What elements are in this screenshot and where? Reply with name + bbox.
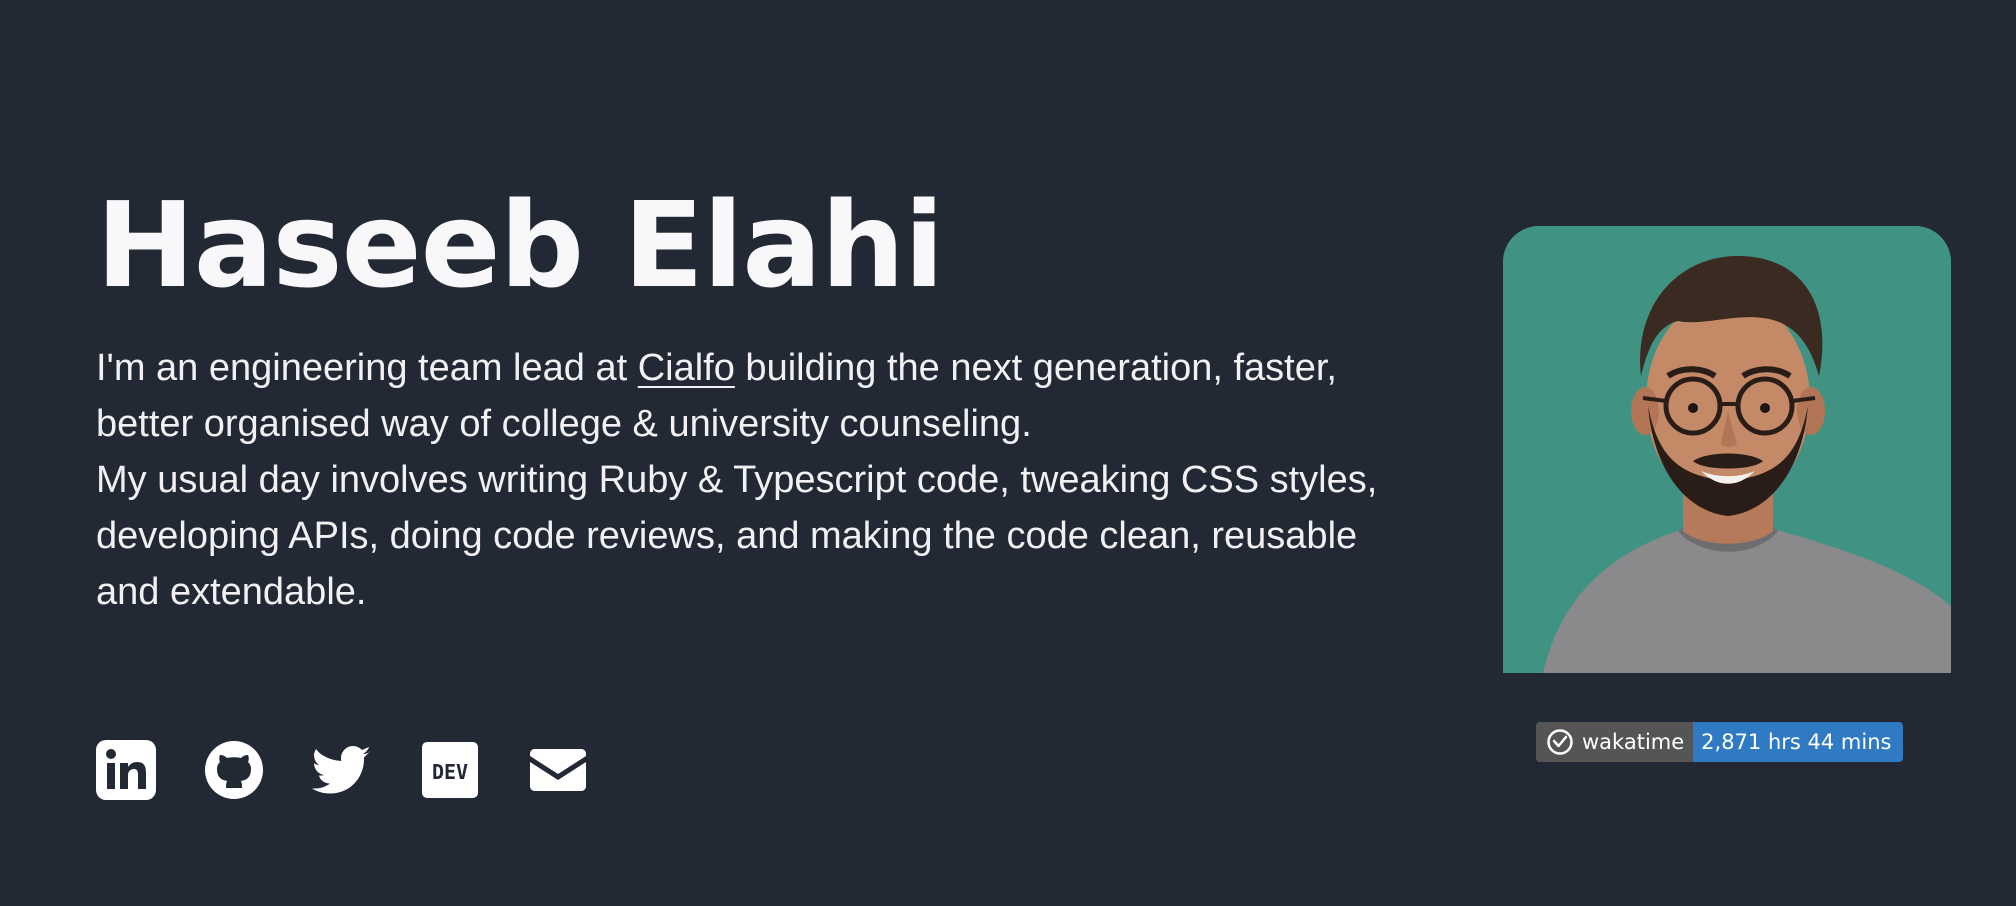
badge-value-segment: 2,871 hrs 44 mins <box>1693 722 1904 762</box>
linkedin-icon <box>96 740 156 800</box>
page-title: Haseeb Elahi <box>96 176 944 314</box>
intro-section: Haseeb Elahi I'm an engineering team lea… <box>96 180 1396 620</box>
bio-intro-text: I'm an engineering team lead at <box>96 347 638 389</box>
bio-day: My usual day involves writing Ruby & Typ… <box>96 459 1378 613</box>
badge-label: wakatime <box>1582 730 1685 754</box>
dev-link[interactable]: DEV <box>420 740 480 800</box>
wakatime-badge[interactable]: wakatime 2,871 hrs 44 mins <box>1536 722 1904 762</box>
email-link[interactable] <box>528 740 588 800</box>
mail-icon <box>530 749 586 791</box>
bio: I'm an engineering team lead at Cialfo b… <box>96 340 1396 620</box>
github-link[interactable] <box>204 740 264 800</box>
twitter-link[interactable] <box>312 740 372 800</box>
twitter-icon <box>312 746 370 794</box>
dev-icon: DEV <box>422 742 478 798</box>
linkedin-link[interactable] <box>96 740 156 800</box>
svg-text:DEV: DEV <box>432 760 468 784</box>
bio-intro: I'm an engineering team lead at Cialfo b… <box>96 340 1396 452</box>
github-icon <box>205 741 263 799</box>
badge-label-segment: wakatime <box>1536 722 1694 762</box>
badge-value: 2,871 hrs 44 mins <box>1701 730 1892 754</box>
profile-portrait <box>1503 226 1951 673</box>
wakatime-logo-icon <box>1547 729 1573 755</box>
profile-photo <box>1503 226 1951 673</box>
social-links: DEV <box>96 740 588 800</box>
company-link[interactable]: Cialfo <box>638 347 735 389</box>
